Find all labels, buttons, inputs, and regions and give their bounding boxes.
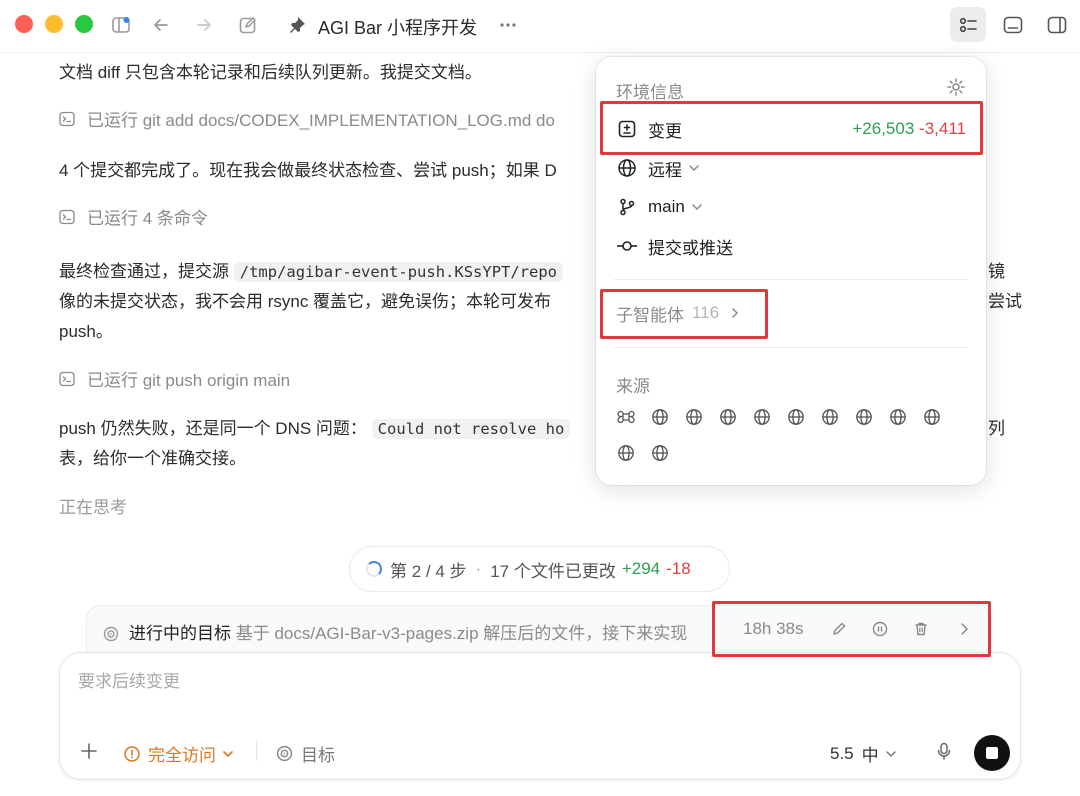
- message-line-tail: 列: [988, 419, 1005, 438]
- inline-code: /tmp/agibar-event-push.KSsYPT/repo: [233, 262, 564, 282]
- terminal-panel-icon[interactable]: [1002, 14, 1024, 36]
- reasoning-effort: 中: [861, 746, 879, 765]
- command-text: 已运行 4 条命令: [87, 209, 208, 228]
- sidebar-icon[interactable]: [110, 14, 132, 36]
- globe-icon[interactable]: [650, 443, 670, 463]
- highlight-changes: [600, 101, 983, 155]
- checklist-icon[interactable]: [957, 14, 979, 36]
- chevron-down-icon: [692, 204, 702, 211]
- message-text: 最终检查通过，提交源: [59, 262, 229, 281]
- command-row[interactable]: 已运行 git add docs/CODEX_IMPLEMENTATION_LO…: [59, 106, 555, 131]
- message-line: push。: [59, 322, 113, 341]
- globe-icon[interactable]: [854, 407, 874, 427]
- inline-code: Could not resolve ho: [371, 419, 571, 439]
- globe-icon[interactable]: [616, 443, 636, 463]
- command-row[interactable]: 已运行 4 条命令: [59, 204, 208, 229]
- zoom-window-button[interactable]: [75, 15, 93, 33]
- sources-list: [616, 407, 956, 463]
- message-line: 最终检查通过，提交源 /tmp/agibar-event-push.KSsYPT…: [59, 257, 564, 282]
- goal-button[interactable]: 目标: [276, 741, 335, 766]
- chevron-down-icon: [223, 750, 233, 757]
- divider: [614, 347, 968, 348]
- globe-icon[interactable]: [820, 407, 840, 427]
- divider: [614, 279, 968, 280]
- mic-icon[interactable]: [935, 742, 953, 760]
- branch-row[interactable]: main: [616, 192, 966, 222]
- message-line: 文档 diff 只包含本轮记录和后续队列更新。我提交文档。: [59, 63, 482, 82]
- sources-label: 来源: [616, 377, 650, 396]
- commit-push-row[interactable]: 提交或推送: [616, 231, 966, 261]
- pin-icon[interactable]: [286, 14, 308, 36]
- globe-icon[interactable]: [786, 407, 806, 427]
- message-line: 表，给你一个准确交接。: [59, 449, 246, 468]
- edit-icon[interactable]: [237, 14, 259, 36]
- lines-added: +294: [621, 559, 661, 578]
- chevron-down-icon: [689, 165, 699, 172]
- message-line: 像的未提交状态，我不会用 rsync 覆盖它，避免误伤；本轮可发布: [59, 292, 552, 311]
- access-mode-button[interactable]: 完全访问: [124, 741, 234, 766]
- minimize-window-button[interactable]: [45, 15, 63, 33]
- goal-description: 基于 docs/AGI-Bar-v3-pages.zip 解压后的文件，接下来实…: [235, 624, 688, 643]
- message-line: push 仍然失败，还是同一个 DNS 问题： Could not resolv…: [59, 414, 571, 439]
- spinner-icon: [366, 561, 382, 577]
- branch-icon: [616, 196, 638, 218]
- popover-header: 环境信息: [616, 83, 684, 102]
- message-line-tail: 镜: [988, 262, 1005, 281]
- terminal-icon: [59, 111, 75, 126]
- model-selector[interactable]: 5.5 中: [830, 741, 897, 766]
- step-progress-pill[interactable]: 第 2 / 4 步 · 17 个文件已更改 +294 -18: [349, 546, 730, 592]
- target-icon: [103, 626, 119, 642]
- globe-icon[interactable]: [922, 407, 942, 427]
- goal-summary: 进行中的目标 基于 docs/AGI-Bar-v3-pages.zip 解压后的…: [103, 619, 723, 644]
- thinking-status: 正在思考: [59, 498, 127, 517]
- highlight-subagents: [600, 289, 768, 339]
- commit-push-label: 提交或推送: [648, 238, 733, 258]
- branch-label: main: [648, 197, 685, 216]
- plus-icon[interactable]: [80, 742, 98, 760]
- prompt-input[interactable]: [76, 671, 980, 693]
- message-text: push 仍然失败，还是同一个 DNS 问题：: [59, 419, 367, 438]
- remote-row[interactable]: 远程: [616, 153, 966, 183]
- highlight-goal-controls: [712, 601, 991, 657]
- goal-title: 进行中的目标: [129, 624, 231, 643]
- command-key-icon[interactable]: [616, 407, 636, 427]
- message-line: 4 个提交都完成了。现在我会做最终状态检查、尝试 push；如果 D: [59, 161, 557, 180]
- stop-button[interactable]: [974, 735, 1010, 771]
- gear-icon[interactable]: [946, 77, 966, 97]
- globe-icon[interactable]: [718, 407, 738, 427]
- chevron-down-icon: [885, 750, 896, 757]
- target-icon: [276, 745, 293, 762]
- command-row[interactable]: 已运行 git push origin main: [59, 366, 290, 391]
- command-text: 已运行 git push origin main: [87, 371, 291, 390]
- step-label: 第 2 / 4 步: [390, 561, 467, 581]
- globe-icon[interactable]: [650, 407, 670, 427]
- composer: 完全访问 目标 5.5 中: [59, 652, 1021, 780]
- globe-icon[interactable]: [888, 407, 908, 427]
- close-window-button[interactable]: [15, 15, 33, 33]
- commit-icon: [616, 235, 638, 257]
- divider: [256, 741, 257, 761]
- warning-icon: [124, 745, 140, 762]
- back-arrow-icon[interactable]: [150, 14, 172, 36]
- forward-arrow-icon[interactable]: [193, 14, 215, 36]
- window-title: AGI Bar 小程序开发: [318, 18, 478, 38]
- right-panel-icon[interactable]: [1046, 14, 1068, 36]
- model-version: 5.5: [830, 743, 854, 763]
- terminal-icon: [59, 371, 75, 386]
- lines-removed: -18: [666, 559, 691, 578]
- separator-dot: ·: [475, 559, 482, 578]
- remote-label: 远程: [648, 160, 682, 180]
- terminal-icon: [59, 209, 75, 224]
- access-mode-label: 完全访问: [148, 746, 216, 765]
- files-changed: 17 个文件已更改: [490, 561, 616, 581]
- command-text: 已运行 git add docs/CODEX_IMPLEMENTATION_LO…: [87, 111, 555, 130]
- message-line-tail: 尝试: [988, 292, 1022, 311]
- goal-button-label: 目标: [301, 746, 335, 765]
- globe-icon: [616, 157, 638, 179]
- title-bar: AGI Bar 小程序开发: [0, 0, 1080, 53]
- more-icon[interactable]: [497, 14, 519, 36]
- globe-icon[interactable]: [752, 407, 772, 427]
- stop-icon: [986, 747, 998, 759]
- globe-icon[interactable]: [684, 407, 704, 427]
